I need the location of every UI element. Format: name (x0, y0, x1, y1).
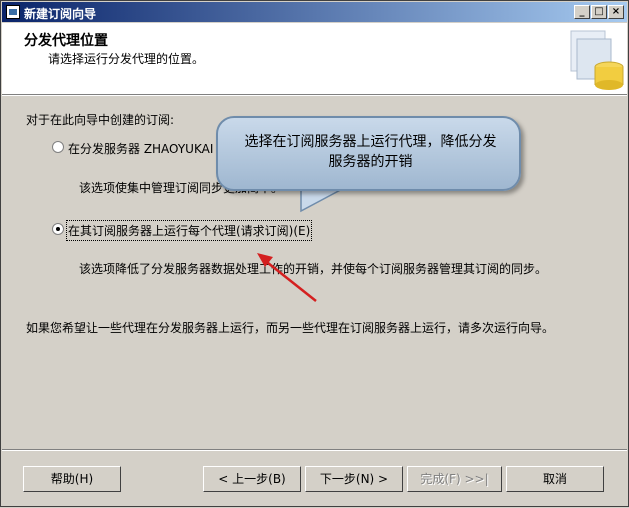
callout-text: 选择在订阅服务器上运行代理，降低分发服务器的开销 (244, 134, 497, 170)
back-button[interactable]: < 上一步(B) (203, 466, 301, 492)
red-arrow-line (262, 258, 317, 302)
help-button[interactable]: 帮助(H) (23, 466, 121, 492)
wizard-window: 新建订阅向导 _ □ × 分发代理位置 请选择运行分发代理的位置。 对于在此向导… (0, 0, 629, 507)
annotation-arrows (257, 178, 362, 302)
footer-separator-highlight (2, 450, 627, 451)
cancel-button[interactable]: 取消 (506, 466, 604, 492)
annotation-callout: 选择在订阅服务器上运行代理，降低分发服务器的开销 (216, 116, 521, 191)
next-button[interactable]: 下一步(N) > (305, 466, 403, 492)
finish-button[interactable]: 完成(F) >>| (407, 466, 502, 492)
